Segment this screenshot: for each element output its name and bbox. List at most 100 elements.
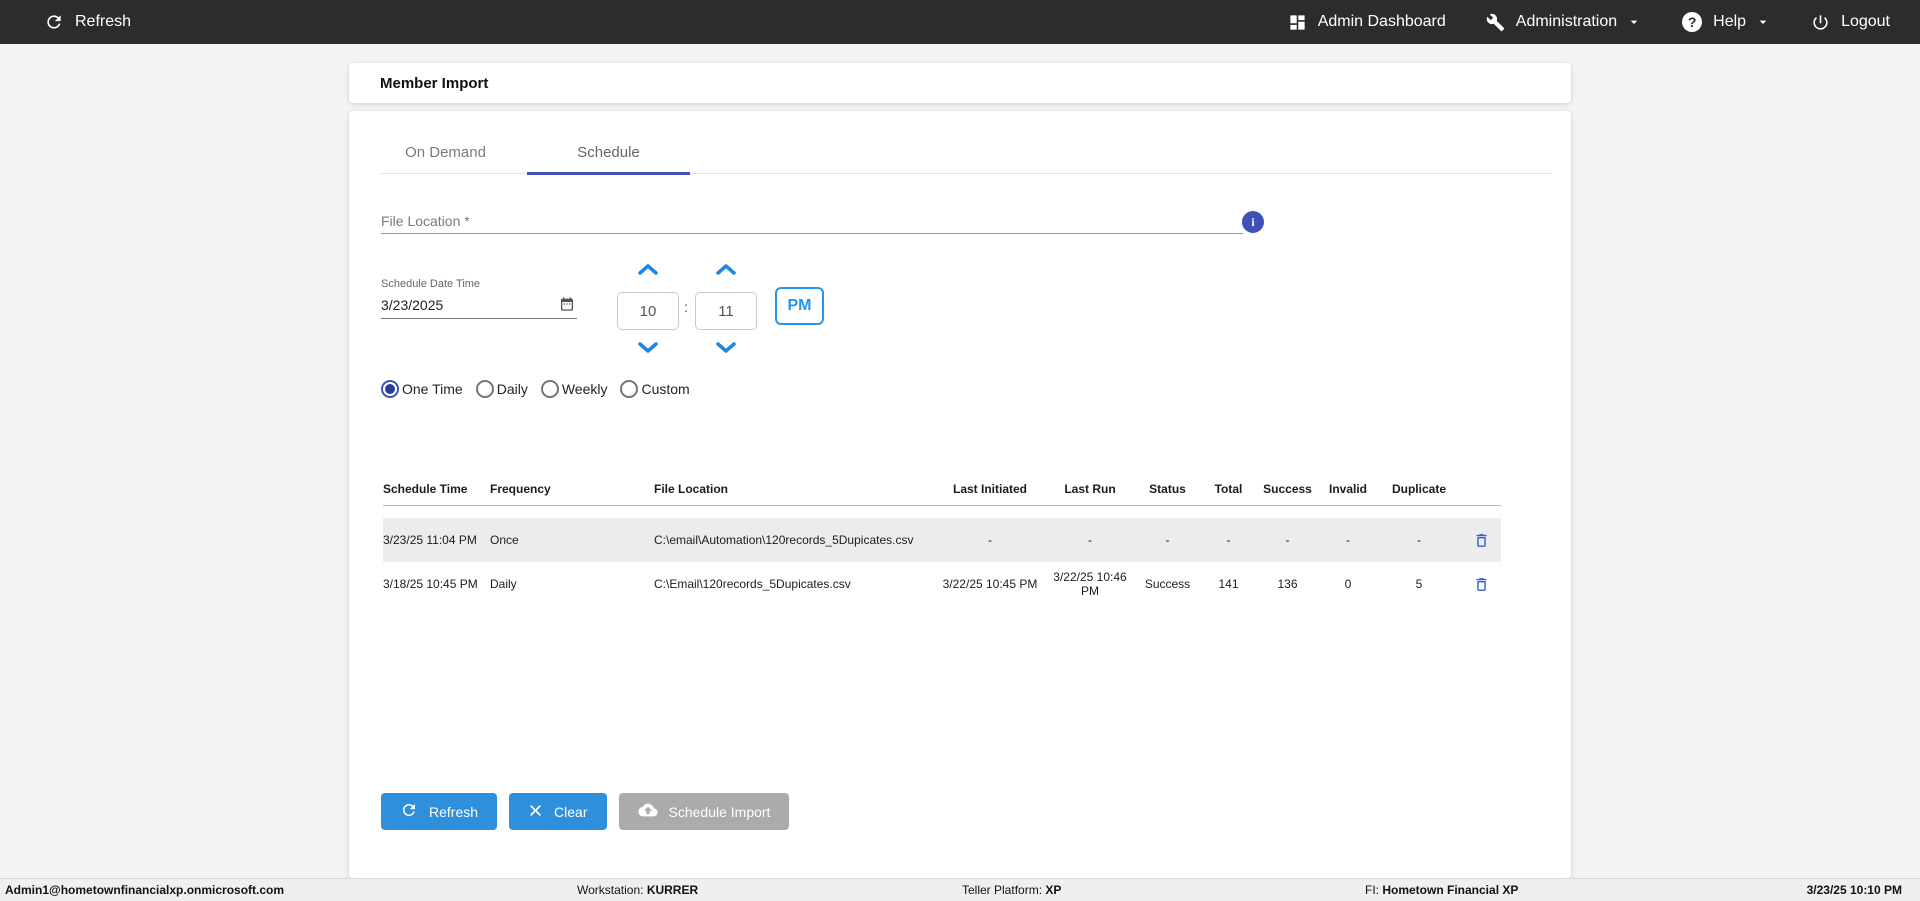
file-location-input[interactable]: File Location * [381, 208, 1243, 234]
table-row[interactable]: 3/18/25 10:45 PM Daily C:\Email\120recor… [383, 562, 1501, 606]
schedule-date-value: 3/23/2025 [381, 297, 444, 313]
schedule-table: Schedule Time Frequency File Location La… [383, 473, 1501, 606]
schedule-date-time-label: Schedule Date Time [381, 278, 481, 290]
status-datetime: 3/23/25 10:10 PM [1806, 883, 1902, 897]
radio-custom[interactable]: Custom [620, 380, 690, 398]
col-header-file-location: File Location [654, 482, 729, 496]
close-icon [528, 803, 543, 821]
cell-success: 136 [1277, 577, 1298, 591]
minute-value[interactable]: 11 [695, 292, 757, 330]
refresh-button[interactable]: Refresh [381, 793, 498, 830]
administration-label: Administration [1515, 13, 1618, 30]
cell-status: - [1165, 533, 1170, 547]
power-icon [1811, 13, 1830, 32]
col-header-status: Status [1149, 482, 1186, 496]
admin-dashboard-menu[interactable]: Admin Dashboard [1288, 13, 1446, 32]
col-header-last-run: Last Run [1064, 482, 1116, 496]
cell-file-location: C:\email\Automation\120records_5Dupicate… [654, 533, 914, 547]
col-header-frequency: Frequency [490, 482, 551, 496]
cell-total: 141 [1218, 577, 1239, 591]
logout-label: Logout [1841, 13, 1890, 30]
minute-up-icon[interactable] [714, 262, 738, 281]
schedule-date-input[interactable]: 3/23/2025 [381, 292, 577, 319]
topbar-refresh-button[interactable]: Refresh [44, 12, 131, 32]
delete-row-button[interactable] [1473, 531, 1490, 550]
fi-label: FI: [1365, 883, 1383, 897]
cell-duplicate: 5 [1415, 577, 1423, 591]
clear-button-label: Clear [554, 803, 588, 820]
clear-button[interactable]: Clear [509, 793, 607, 830]
cell-success: - [1285, 533, 1290, 547]
cell-frequency: Daily [490, 577, 517, 591]
page-title-card: Member Import [349, 63, 1571, 103]
teller-platform-label: Teller Platform: [962, 883, 1046, 897]
help-menu[interactable]: ? Help [1682, 12, 1771, 32]
col-header-success: Success [1263, 482, 1312, 496]
tab-schedule[interactable]: Schedule [527, 131, 690, 175]
hour-value[interactable]: 10 [617, 292, 679, 330]
help-label: Help [1713, 13, 1747, 30]
help-icon: ? [1682, 12, 1703, 32]
cell-last-run: - [1088, 533, 1092, 547]
calendar-icon[interactable] [559, 296, 575, 315]
hour-down-icon[interactable] [636, 341, 660, 360]
cell-duplicate: - [1417, 533, 1421, 547]
refresh-icon [400, 801, 418, 822]
radio-custom-control[interactable] [620, 380, 639, 398]
col-header-schedule-time: Schedule Time [383, 482, 468, 496]
cloud-upload-icon [637, 802, 658, 821]
table-header-row: Schedule Time Frequency File Location La… [383, 473, 1501, 506]
tab-on-demand[interactable]: On Demand [364, 131, 527, 174]
radio-one-time-control[interactable] [381, 380, 399, 398]
status-bar: Admin1@hometownfinancialxp.onmicrosoft.c… [0, 878, 1920, 901]
cell-schedule-time: 3/18/25 10:45 PM [383, 577, 478, 591]
file-location-placeholder: File Location * [381, 212, 470, 229]
minute-down-icon[interactable] [714, 341, 738, 360]
radio-weekly-control[interactable] [540, 380, 559, 398]
admin-dashboard-label: Admin Dashboard [1317, 13, 1446, 30]
radio-one-time[interactable]: One Time [381, 380, 463, 398]
chevron-down-icon [1755, 14, 1771, 30]
fi-info: FI: Hometown Financial XP [1365, 879, 1518, 901]
chevron-down-icon [1626, 14, 1642, 30]
radio-daily-control[interactable] [475, 380, 494, 398]
meridiem-toggle[interactable]: PM [775, 287, 824, 325]
hour-up-icon[interactable] [636, 262, 660, 281]
workstation-info: Workstation: KURRER [577, 879, 698, 901]
trash-icon [1473, 533, 1490, 553]
schedule-import-button[interactable]: Schedule Import [618, 793, 790, 830]
workstation-value: KURRER [646, 883, 699, 897]
delete-row-button[interactable] [1473, 575, 1490, 594]
member-import-panel: On Demand Schedule File Location * i Sch… [349, 111, 1571, 878]
radio-weekly[interactable]: Weekly [540, 380, 607, 398]
cell-status: Success [1144, 577, 1191, 591]
col-header-duplicate: Duplicate [1391, 482, 1446, 496]
time-colon: : [684, 299, 688, 315]
col-header-invalid: Invalid [1328, 482, 1367, 496]
cell-file-location: C:\Email\120records_5Dupicates.csv [654, 577, 851, 591]
administration-menu[interactable]: Administration [1486, 13, 1642, 32]
trash-icon [1473, 577, 1490, 597]
cell-last-initiated: 3/22/25 10:45 PM [942, 577, 1038, 591]
refresh-button-label: Refresh [429, 803, 479, 820]
radio-custom-label: Custom [641, 381, 690, 397]
frequency-radio-group: One Time Daily Weekly Custom [381, 380, 690, 398]
page-title: Member Import [380, 74, 489, 92]
schedule-import-button-label: Schedule Import [668, 803, 771, 820]
action-button-row: Refresh Clear Schedule Import [381, 793, 790, 830]
tab-bar: On Demand Schedule [364, 131, 690, 175]
info-icon[interactable]: i [1242, 211, 1264, 233]
logout-button[interactable]: Logout [1811, 13, 1890, 32]
col-header-last-initiated: Last Initiated [952, 482, 1027, 496]
cell-last-initiated: - [988, 533, 992, 547]
cell-last-run: 3/22/25 10:46 PM [1053, 570, 1127, 598]
radio-daily[interactable]: Daily [475, 380, 528, 398]
fi-value: Hometown Financial XP [1382, 883, 1519, 897]
logged-in-user: Admin1@hometownfinancialxp.onmicrosoft.c… [5, 883, 285, 897]
col-header-total: Total [1214, 482, 1243, 496]
cell-frequency: Once [490, 533, 519, 547]
wrench-icon [1486, 13, 1505, 32]
cell-invalid: 0 [1344, 577, 1352, 591]
table-row[interactable]: 3/23/25 11:04 PM Once C:\email\Automatio… [383, 518, 1501, 562]
cell-total: - [1226, 533, 1231, 547]
